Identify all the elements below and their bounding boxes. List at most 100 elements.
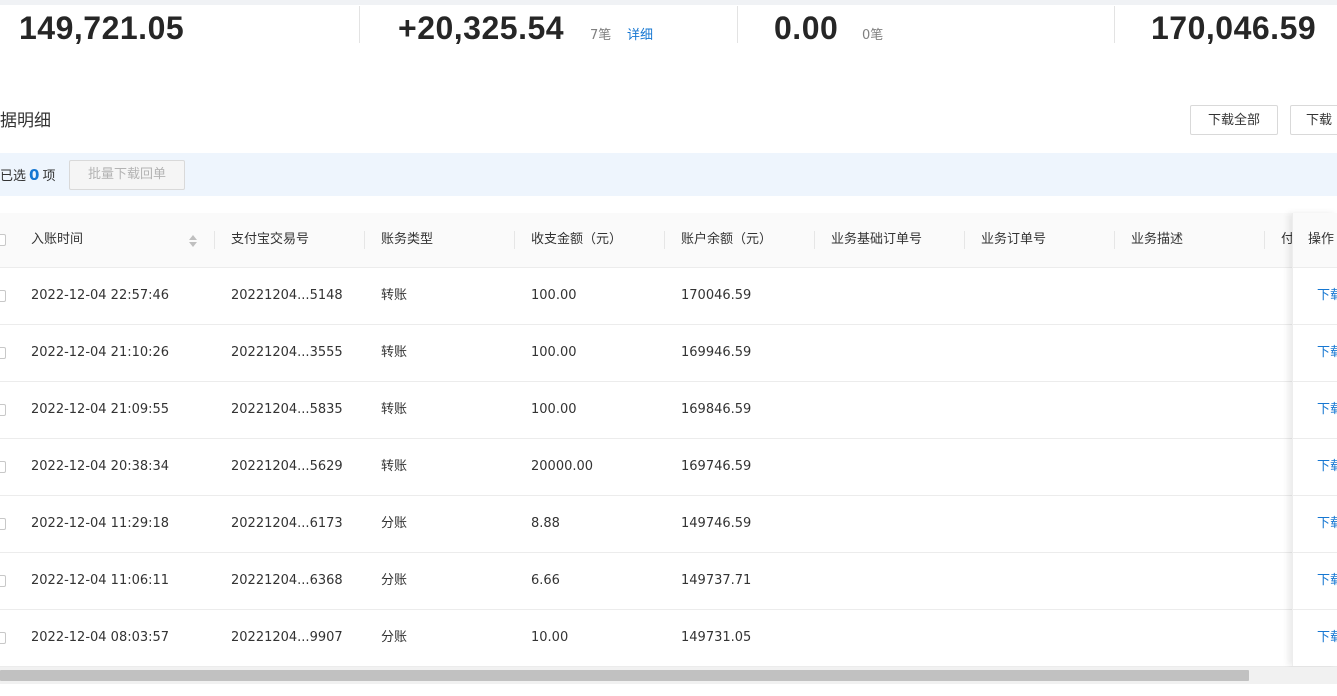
cell-type: 转账	[381, 402, 408, 417]
scrollbar-thumb[interactable]	[0, 670, 1249, 681]
col-base-order: 业务基础订单号	[831, 232, 923, 247]
billing-detail-page: 149,721.05 +20,325.54 7笔 详细 0.00 0笔 170,…	[0, 0, 1337, 696]
table-row[interactable]: 2022-12-04 21:09:55 20221204...5835 转账 1…	[0, 382, 1337, 439]
column-separator	[1264, 231, 1265, 249]
select-all-checkbox[interactable]	[0, 234, 6, 246]
cell-time: 2022-12-04 22:57:46	[31, 288, 170, 303]
cell-amount: 6.66	[531, 573, 560, 588]
cell-balance: 170046.59	[681, 288, 752, 303]
sort-icon[interactable]	[188, 234, 198, 248]
cell-balance: 149731.05	[681, 630, 752, 645]
cell-trade-no: 20221204...5629	[231, 459, 343, 474]
cell-type: 转账	[381, 459, 408, 474]
cell-amount: 10.00	[531, 630, 569, 645]
table-row[interactable]: 2022-12-04 22:57:46 20221204...5148 转账 1…	[0, 268, 1337, 325]
col-balance: 账户余额（元）	[681, 232, 773, 247]
stat-closing-balance: 170,046.59	[1151, 8, 1337, 48]
row-checkbox[interactable]	[0, 290, 6, 302]
column-separator	[664, 231, 665, 249]
action-cell: 下载	[1293, 325, 1337, 382]
cell-balance: 169746.59	[681, 459, 752, 474]
download-receipt-link[interactable]: 下载	[1317, 325, 1337, 381]
download-receipt-link[interactable]: 下载	[1317, 553, 1337, 609]
column-separator	[514, 231, 515, 249]
col-type: 账务类型	[381, 232, 434, 247]
row-checkbox[interactable]	[0, 461, 6, 473]
column-separator	[964, 231, 965, 249]
download-all-button[interactable]: 下载全部	[1190, 105, 1278, 135]
stat-opening-balance: 149,721.05	[19, 8, 319, 48]
action-cell: 下载	[1293, 553, 1337, 610]
sort-down-icon	[189, 242, 197, 247]
download-receipt-link[interactable]: 下载	[1317, 610, 1337, 666]
cell-type: 分账	[381, 630, 408, 645]
row-checkbox[interactable]	[0, 632, 6, 644]
stat-value: 170,046.59	[1151, 10, 1317, 46]
action-cell: 下载	[1293, 496, 1337, 553]
stat-count: 7笔	[590, 28, 612, 43]
stat-divider	[359, 6, 360, 43]
col-entry-time: 入账时间	[31, 232, 84, 247]
column-separator	[814, 231, 815, 249]
cell-type: 转账	[381, 288, 408, 303]
cell-amount: 20000.00	[531, 459, 594, 474]
cell-balance: 169946.59	[681, 345, 752, 360]
action-cell: 下载	[1293, 610, 1337, 666]
column-separator	[364, 231, 365, 249]
selection-suffix: 项	[42, 169, 56, 184]
stat-expense: 0.00 0笔	[774, 8, 1074, 48]
cell-time: 2022-12-04 21:10:26	[31, 345, 170, 360]
table-row[interactable]: 2022-12-04 11:06:11 20221204...6368 分账 6…	[0, 553, 1337, 610]
fixed-action-column: 操作 下载 下载 下载 下载 下载 下载 下载	[1292, 213, 1337, 666]
column-separator	[1114, 231, 1115, 249]
download-receipt-link[interactable]: 下载	[1317, 496, 1337, 552]
cell-type: 分账	[381, 573, 408, 588]
cell-trade-no: 20221204...3555	[231, 345, 343, 360]
section-title: 据明细	[0, 111, 51, 131]
stat-income: +20,325.54 7笔 详细	[398, 8, 698, 48]
cell-amount: 100.00	[531, 288, 577, 303]
table-row[interactable]: 2022-12-04 20:38:34 20221204...5629 转账 2…	[0, 439, 1337, 496]
action-cell: 下载	[1293, 439, 1337, 496]
table-row[interactable]: 2022-12-04 21:10:26 20221204...3555 转账 1…	[0, 325, 1337, 382]
cell-trade-no: 20221204...5835	[231, 402, 343, 417]
col-action-header: 操作	[1293, 213, 1337, 268]
cell-time: 2022-12-04 11:06:11	[31, 573, 170, 588]
selection-prefix: 已选	[0, 169, 27, 184]
horizontal-scrollbar[interactable]	[0, 667, 1337, 684]
download-receipt-link[interactable]: 下载	[1317, 382, 1337, 438]
sort-up-icon	[189, 235, 197, 240]
column-separator	[214, 231, 215, 249]
row-checkbox[interactable]	[0, 404, 6, 416]
col-description: 业务描述	[1131, 232, 1184, 247]
selection-bar: 已选 0 项 批量下载回单	[0, 153, 1337, 196]
col-action: 操作	[1308, 232, 1335, 247]
stat-value: +20,325.54	[398, 10, 565, 46]
stat-count: 0笔	[862, 28, 884, 43]
summary-strip: 149,721.05 +20,325.54 7笔 详细 0.00 0笔 170,…	[0, 0, 1337, 62]
cell-trade-no: 20221204...6173	[231, 516, 343, 531]
download-receipt-link[interactable]: 下载	[1317, 268, 1337, 324]
col-trade-no: 支付宝交易号	[231, 232, 310, 247]
download-receipt-link[interactable]: 下载	[1317, 439, 1337, 495]
stat-value: 149,721.05	[19, 10, 185, 46]
table-row[interactable]: 2022-12-04 08:03:57 20221204...9907 分账 1…	[0, 610, 1337, 667]
cell-amount: 100.00	[531, 345, 577, 360]
batch-download-receipt-button[interactable]: 批量下载回单	[69, 160, 185, 190]
cell-balance: 169846.59	[681, 402, 752, 417]
income-detail-link[interactable]: 详细	[627, 24, 653, 43]
cell-balance: 149746.59	[681, 516, 752, 531]
cell-type: 分账	[381, 516, 408, 531]
table-header: 入账时间 支付宝交易号 账务类型 收支金额（元） 账户余额（元） 业务基础订单号…	[0, 213, 1337, 268]
table-row[interactable]: 2022-12-04 11:29:18 20221204...6173 分账 8…	[0, 496, 1337, 553]
selection-count: 0	[29, 166, 40, 184]
row-checkbox[interactable]	[0, 347, 6, 359]
stat-divider	[1114, 6, 1115, 43]
cell-trade-no: 20221204...6368	[231, 573, 343, 588]
row-checkbox[interactable]	[0, 575, 6, 587]
download-partial-button[interactable]: 下载	[1290, 105, 1337, 135]
col-order: 业务订单号	[981, 232, 1047, 247]
cell-trade-no: 20221204...9907	[231, 630, 343, 645]
row-checkbox[interactable]	[0, 518, 6, 530]
cell-time: 2022-12-04 21:09:55	[31, 402, 170, 417]
